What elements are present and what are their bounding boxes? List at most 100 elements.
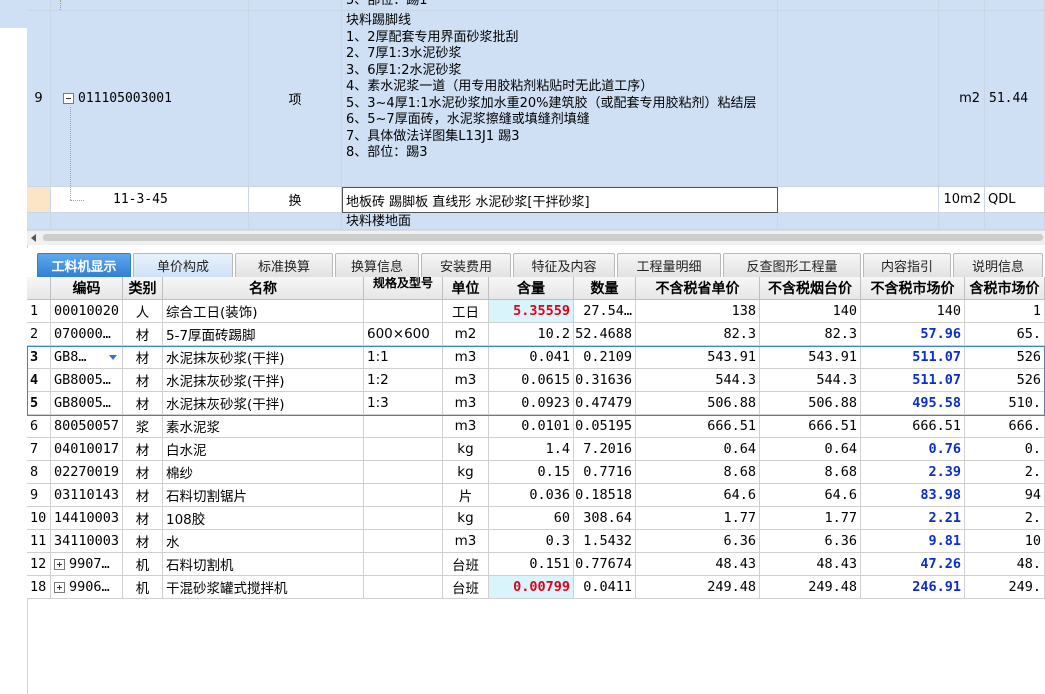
market-price-tax[interactable]: 65.	[965, 323, 1045, 346]
table-row[interactable]: 9 03110143 材石料切割锯片 片 0.036 0.18518 64.6 64.6 83.…	[27, 484, 1045, 507]
provincial-price[interactable]: 506.88	[636, 392, 760, 415]
yantai-price[interactable]: 140	[760, 300, 861, 323]
market-price[interactable]: 495.58	[861, 392, 965, 415]
provincial-price[interactable]: 1.77	[636, 507, 760, 530]
resource-quantity[interactable]: 0.05195	[574, 415, 636, 438]
table-row[interactable]: 11 34110003 材水 m3 0.3 1.5432 6.36 6.36 9.81 10	[27, 530, 1045, 553]
header-market-price-tax[interactable]: 含税市场价	[965, 277, 1045, 300]
resource-name[interactable]: 石料切割锯片	[163, 484, 364, 507]
tab-installation-cost[interactable]: 安装费用	[421, 253, 511, 277]
resource-category[interactable]: 材	[123, 323, 163, 346]
table-row[interactable]: 1 00010020 人综合工日(装饰) 工日 5.35559 27.54… 138 140 1…	[27, 300, 1045, 323]
market-price[interactable]: 2.21	[861, 507, 965, 530]
header-quantity[interactable]: 数量	[574, 277, 636, 300]
resource-category[interactable]: 机	[123, 553, 163, 576]
resource-quantity[interactable]: 0.31636	[574, 369, 636, 392]
provincial-price[interactable]: 48.43	[636, 553, 760, 576]
market-price-tax[interactable]: 48.	[965, 553, 1045, 576]
market-price-tax[interactable]: 94	[965, 484, 1045, 507]
resource-quantity[interactable]: 27.54…	[574, 300, 636, 323]
market-price-tax[interactable]: 510.	[965, 392, 1045, 415]
yantai-price[interactable]: 82.3	[760, 323, 861, 346]
resource-content[interactable]: 60	[489, 507, 574, 530]
resource-unit[interactable]: m3	[443, 392, 489, 415]
resource-code[interactable]: 070000…	[51, 323, 123, 346]
resource-category[interactable]: 材	[123, 438, 163, 461]
provincial-price[interactable]: 543.91	[636, 346, 760, 369]
resource-quantity[interactable]: 308.64	[574, 507, 636, 530]
resource-unit[interactable]: m2	[443, 323, 489, 346]
resource-unit[interactable]: kg	[443, 461, 489, 484]
resource-spec[interactable]	[364, 415, 443, 438]
scroll-left-icon[interactable]	[31, 234, 36, 242]
resource-content[interactable]: 0.0101	[489, 415, 574, 438]
market-price[interactable]: 0.76	[861, 438, 965, 461]
table-row[interactable]: 9 011105003001 项 块料踢脚线 1、2厚配套专用界面砂浆批刮 2、…	[27, 11, 1045, 187]
yantai-price[interactable]: 543.91	[760, 346, 861, 369]
resource-category[interactable]: 材	[123, 461, 163, 484]
resource-quantity[interactable]: 0.2109	[574, 346, 636, 369]
market-price[interactable]: 9.81	[861, 530, 965, 553]
resource-spec[interactable]	[364, 461, 443, 484]
market-price[interactable]: 47.26	[861, 553, 965, 576]
resource-quantity[interactable]: 0.47479	[574, 392, 636, 415]
resource-content[interactable]: 5.35559	[489, 300, 574, 323]
resource-name[interactable]: 水泥抹灰砂浆(干拌)	[163, 369, 364, 392]
provincial-price[interactable]: 249.48	[636, 576, 760, 599]
market-price[interactable]: 511.07	[861, 369, 965, 392]
table-row[interactable]: 8 02270019 材棉纱 kg 0.15 0.7716 8.68 8.68 2.39 2.	[27, 461, 1045, 484]
resource-code[interactable]: 80050057	[51, 415, 123, 438]
resource-name[interactable]: 棉纱	[163, 461, 364, 484]
resource-spec[interactable]	[364, 507, 443, 530]
scrollbar-thumb[interactable]	[43, 234, 1043, 241]
resource-name[interactable]: 水	[163, 530, 364, 553]
market-price-tax[interactable]: 249.	[965, 576, 1045, 599]
resource-spec[interactable]	[364, 484, 443, 507]
resource-content[interactable]: 0.041	[489, 346, 574, 369]
resource-unit[interactable]: m3	[443, 369, 489, 392]
resource-quantity[interactable]: 0.77674	[574, 553, 636, 576]
resource-name[interactable]: 白水泥	[163, 438, 364, 461]
tab-features-content[interactable]: 特征及内容	[513, 253, 615, 277]
resource-unit[interactable]: m3	[443, 530, 489, 553]
tab-standard-conversion[interactable]: 标准换算	[235, 253, 333, 277]
resource-unit[interactable]: 工日	[443, 300, 489, 323]
resource-unit[interactable]: m3	[443, 346, 489, 369]
header-unit[interactable]: 单位	[443, 277, 489, 300]
resource-code[interactable]: 00010020	[51, 300, 123, 323]
resource-content[interactable]: 0.3	[489, 530, 574, 553]
table-row[interactable]: 3 GB8… 材水泥抹灰砂浆(干拌) 1:1 m3 0.041 0.2109 543.91 54…	[27, 346, 1045, 369]
resource-name[interactable]: 水泥抹灰砂浆(干拌)	[163, 392, 364, 415]
market-price[interactable]: 2.39	[861, 461, 965, 484]
market-price[interactable]: 511.07	[861, 346, 965, 369]
tab-labor-material-machine[interactable]: 工料机显示	[37, 253, 131, 277]
tab-unit-price-composition[interactable]: 单价构成	[133, 253, 233, 277]
resource-category[interactable]: 材	[123, 346, 163, 369]
resource-code[interactable]: GB8005…	[51, 369, 123, 392]
tab-content-guide[interactable]: 内容指引	[863, 253, 951, 277]
provincial-price[interactable]: 544.3	[636, 369, 760, 392]
table-row[interactable]: 18 9906… 机干混砂浆罐式搅拌机 台班 0.00799 0.0411 249.48 24…	[27, 576, 1045, 599]
resource-spec[interactable]: 600×600	[364, 323, 443, 346]
resource-category[interactable]: 材	[123, 392, 163, 415]
resource-quantity[interactable]: 0.7716	[574, 461, 636, 484]
resource-name[interactable]: 108胶	[163, 507, 364, 530]
resource-code[interactable]: 34110003	[51, 530, 123, 553]
yantai-price[interactable]: 506.88	[760, 392, 861, 415]
resource-spec[interactable]	[364, 576, 443, 599]
resource-content[interactable]: 0.0923	[489, 392, 574, 415]
provincial-price[interactable]: 138	[636, 300, 760, 323]
market-price-tax[interactable]: 526	[965, 369, 1045, 392]
header-content[interactable]: 含量	[489, 277, 574, 300]
resource-code[interactable]: GB8…	[51, 346, 123, 369]
header-name[interactable]: 名称	[163, 277, 364, 300]
resource-unit[interactable]: 台班	[443, 553, 489, 576]
yantai-price[interactable]: 6.36	[760, 530, 861, 553]
resource-content[interactable]: 1.4	[489, 438, 574, 461]
table-row[interactable]: 12 9907… 机石料切割机 台班 0.151 0.77674 48.43 48.43 47.…	[27, 553, 1045, 576]
sub-item-description[interactable]: 地板砖 踢脚板 直线形 水泥砂浆[干拌砂浆]	[342, 187, 778, 213]
yantai-price[interactable]: 0.64	[760, 438, 861, 461]
resource-unit[interactable]: 台班	[443, 576, 489, 599]
resource-name[interactable]: 5-7厚面砖踢脚	[163, 323, 364, 346]
yantai-price[interactable]: 8.68	[760, 461, 861, 484]
